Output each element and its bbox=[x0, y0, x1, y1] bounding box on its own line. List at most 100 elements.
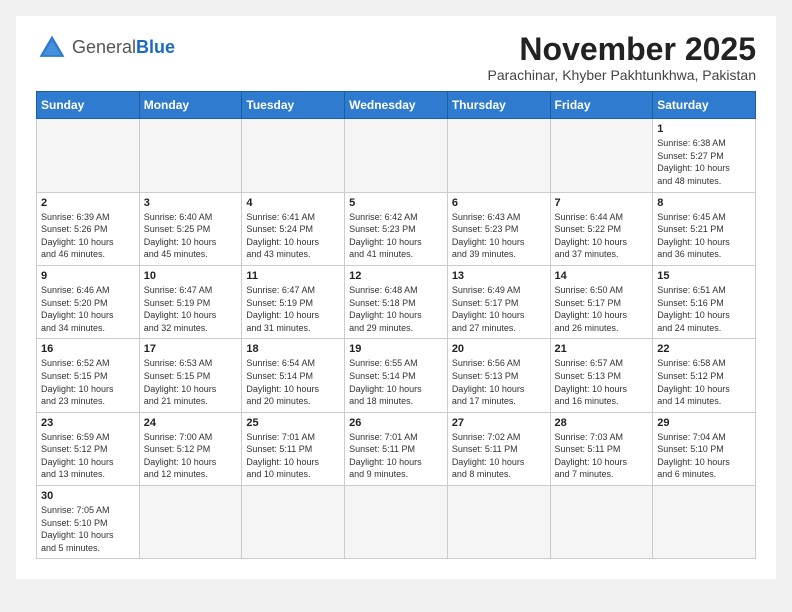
day-info: Sunrise: 6:51 AM Sunset: 5:16 PM Dayligh… bbox=[657, 284, 751, 334]
day-number: 8 bbox=[657, 197, 751, 209]
day-info: Sunrise: 6:47 AM Sunset: 5:19 PM Dayligh… bbox=[246, 284, 340, 334]
day-number: 13 bbox=[452, 270, 546, 282]
logo-general: General bbox=[72, 37, 136, 57]
day-number: 27 bbox=[452, 417, 546, 429]
calendar-body: 1 Sunrise: 6:38 AM Sunset: 5:27 PM Daylig… bbox=[37, 119, 756, 559]
subtitle: Parachinar, Khyber Pakhtunkhwa, Pakistan bbox=[488, 67, 757, 83]
week-row-2: 9Sunrise: 6:46 AM Sunset: 5:20 PM Daylig… bbox=[37, 265, 756, 338]
day-info: Sunrise: 6:39 AM Sunset: 5:26 PM Dayligh… bbox=[41, 211, 135, 261]
day-cell bbox=[550, 119, 653, 192]
day-info: Sunrise: 7:00 AM Sunset: 5:12 PM Dayligh… bbox=[144, 431, 238, 481]
day-cell: 20Sunrise: 6:56 AM Sunset: 5:13 PM Dayli… bbox=[447, 339, 550, 412]
day-cell bbox=[345, 119, 448, 192]
day-info: Sunrise: 6:53 AM Sunset: 5:15 PM Dayligh… bbox=[144, 357, 238, 407]
day-info: Sunrise: 6:59 AM Sunset: 5:12 PM Dayligh… bbox=[41, 431, 135, 481]
week-row-5: 30 Sunrise: 7:05 AM Sunset: 5:10 PM Dayli… bbox=[37, 486, 756, 559]
day-info: Sunrise: 6:46 AM Sunset: 5:20 PM Dayligh… bbox=[41, 284, 135, 334]
weekday-header-thursday: Thursday bbox=[447, 92, 550, 119]
day-cell bbox=[447, 486, 550, 559]
day-info: Sunrise: 6:38 AM Sunset: 5:27 PM Dayligh… bbox=[657, 137, 751, 187]
day-cell: 19Sunrise: 6:55 AM Sunset: 5:14 PM Dayli… bbox=[345, 339, 448, 412]
day-cell: 30 Sunrise: 7:05 AM Sunset: 5:10 PM Dayli… bbox=[37, 486, 140, 559]
logo: GeneralBlue bbox=[36, 32, 175, 64]
day-cell: 29 Sunrise: 7:04 AM Sunset: 5:10 PM Dayli… bbox=[653, 412, 756, 485]
day-info: Sunrise: 6:56 AM Sunset: 5:13 PM Dayligh… bbox=[452, 357, 546, 407]
day-number: 18 bbox=[246, 343, 340, 355]
day-info: Sunrise: 6:49 AM Sunset: 5:17 PM Dayligh… bbox=[452, 284, 546, 334]
day-info: Sunrise: 7:04 AM Sunset: 5:10 PM Dayligh… bbox=[657, 431, 751, 481]
day-cell: 28Sunrise: 7:03 AM Sunset: 5:11 PM Dayli… bbox=[550, 412, 653, 485]
day-cell: 22Sunrise: 6:58 AM Sunset: 5:12 PM Dayli… bbox=[653, 339, 756, 412]
day-number: 2 bbox=[41, 197, 135, 209]
week-row-3: 16Sunrise: 6:52 AM Sunset: 5:15 PM Dayli… bbox=[37, 339, 756, 412]
day-info: Sunrise: 6:54 AM Sunset: 5:14 PM Dayligh… bbox=[246, 357, 340, 407]
logo-text: GeneralBlue bbox=[72, 38, 175, 58]
day-cell bbox=[242, 119, 345, 192]
week-row-0: 1 Sunrise: 6:38 AM Sunset: 5:27 PM Daylig… bbox=[37, 119, 756, 192]
day-cell bbox=[139, 486, 242, 559]
day-cell: 1 Sunrise: 6:38 AM Sunset: 5:27 PM Daylig… bbox=[653, 119, 756, 192]
day-number: 5 bbox=[349, 197, 443, 209]
day-cell: 23 Sunrise: 6:59 AM Sunset: 5:12 PM Dayli… bbox=[37, 412, 140, 485]
day-cell: 9Sunrise: 6:46 AM Sunset: 5:20 PM Daylig… bbox=[37, 265, 140, 338]
day-number: 3 bbox=[144, 197, 238, 209]
day-cell: 4Sunrise: 6:41 AM Sunset: 5:24 PM Daylig… bbox=[242, 192, 345, 265]
day-cell: 2 Sunrise: 6:39 AM Sunset: 5:26 PM Daylig… bbox=[37, 192, 140, 265]
day-cell bbox=[550, 486, 653, 559]
day-cell: 8 Sunrise: 6:45 AM Sunset: 5:21 PM Daylig… bbox=[653, 192, 756, 265]
calendar-table: SundayMondayTuesdayWednesdayThursdayFrid… bbox=[36, 91, 756, 559]
day-info: Sunrise: 6:48 AM Sunset: 5:18 PM Dayligh… bbox=[349, 284, 443, 334]
day-cell: 13 Sunrise: 6:49 AM Sunset: 5:17 PM Dayli… bbox=[447, 265, 550, 338]
day-cell: 24 Sunrise: 7:00 AM Sunset: 5:12 PM Dayli… bbox=[139, 412, 242, 485]
title-block: November 2025 Parachinar, Khyber Pakhtun… bbox=[488, 32, 757, 83]
day-number: 21 bbox=[555, 343, 649, 355]
day-info: Sunrise: 6:43 AM Sunset: 5:23 PM Dayligh… bbox=[452, 211, 546, 261]
day-number: 4 bbox=[246, 197, 340, 209]
day-cell: 11 Sunrise: 6:47 AM Sunset: 5:19 PM Dayli… bbox=[242, 265, 345, 338]
day-number: 30 bbox=[41, 490, 135, 502]
logo-blue: Blue bbox=[136, 37, 175, 57]
day-number: 17 bbox=[144, 343, 238, 355]
day-info: Sunrise: 7:01 AM Sunset: 5:11 PM Dayligh… bbox=[349, 431, 443, 481]
day-info: Sunrise: 6:55 AM Sunset: 5:14 PM Dayligh… bbox=[349, 357, 443, 407]
day-number: 1 bbox=[657, 123, 751, 135]
weekday-header-saturday: Saturday bbox=[653, 92, 756, 119]
weekday-header-monday: Monday bbox=[139, 92, 242, 119]
day-number: 14 bbox=[555, 270, 649, 282]
day-number: 7 bbox=[555, 197, 649, 209]
day-cell: 26 Sunrise: 7:01 AM Sunset: 5:11 PM Dayli… bbox=[345, 412, 448, 485]
day-number: 25 bbox=[246, 417, 340, 429]
day-cell: 18 Sunrise: 6:54 AM Sunset: 5:14 PM Dayli… bbox=[242, 339, 345, 412]
weekday-header-friday: Friday bbox=[550, 92, 653, 119]
day-info: Sunrise: 6:52 AM Sunset: 5:15 PM Dayligh… bbox=[41, 357, 135, 407]
day-cell: 5 Sunrise: 6:42 AM Sunset: 5:23 PM Daylig… bbox=[345, 192, 448, 265]
day-info: Sunrise: 7:01 AM Sunset: 5:11 PM Dayligh… bbox=[246, 431, 340, 481]
day-number: 29 bbox=[657, 417, 751, 429]
day-number: 10 bbox=[144, 270, 238, 282]
day-cell bbox=[345, 486, 448, 559]
day-number: 28 bbox=[555, 417, 649, 429]
day-cell: 17 Sunrise: 6:53 AM Sunset: 5:15 PM Dayli… bbox=[139, 339, 242, 412]
header: GeneralBlue November 2025 Parachinar, Kh… bbox=[36, 32, 756, 83]
day-cell bbox=[139, 119, 242, 192]
day-info: Sunrise: 6:50 AM Sunset: 5:17 PM Dayligh… bbox=[555, 284, 649, 334]
day-cell bbox=[37, 119, 140, 192]
day-info: Sunrise: 6:45 AM Sunset: 5:21 PM Dayligh… bbox=[657, 211, 751, 261]
week-row-4: 23 Sunrise: 6:59 AM Sunset: 5:12 PM Dayli… bbox=[37, 412, 756, 485]
day-cell bbox=[447, 119, 550, 192]
day-info: Sunrise: 6:42 AM Sunset: 5:23 PM Dayligh… bbox=[349, 211, 443, 261]
day-number: 6 bbox=[452, 197, 546, 209]
month-title: November 2025 bbox=[488, 32, 757, 67]
day-info: Sunrise: 7:02 AM Sunset: 5:11 PM Dayligh… bbox=[452, 431, 546, 481]
day-number: 24 bbox=[144, 417, 238, 429]
day-number: 15 bbox=[657, 270, 751, 282]
day-number: 23 bbox=[41, 417, 135, 429]
day-number: 22 bbox=[657, 343, 751, 355]
day-cell: 14 Sunrise: 6:50 AM Sunset: 5:17 PM Dayli… bbox=[550, 265, 653, 338]
weekday-header-tuesday: Tuesday bbox=[242, 92, 345, 119]
weekday-header-sunday: Sunday bbox=[37, 92, 140, 119]
day-number: 26 bbox=[349, 417, 443, 429]
day-number: 11 bbox=[246, 270, 340, 282]
day-info: Sunrise: 7:05 AM Sunset: 5:10 PM Dayligh… bbox=[41, 504, 135, 554]
weekday-header-row: SundayMondayTuesdayWednesdayThursdayFrid… bbox=[37, 92, 756, 119]
